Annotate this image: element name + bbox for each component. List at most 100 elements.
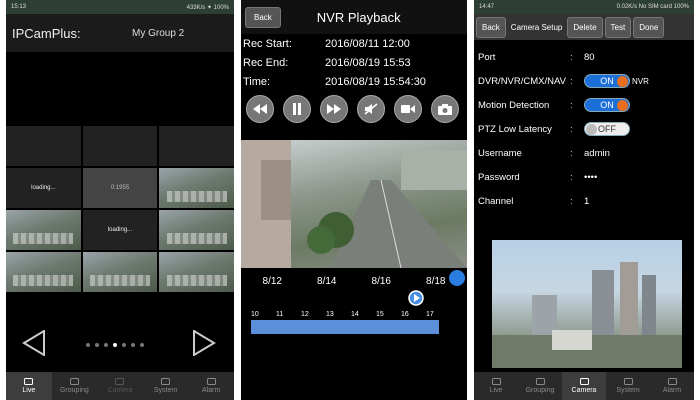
ptz-toggle[interactable]: OFF [584,122,630,136]
mute-icon[interactable] [357,95,385,123]
hour-tick: 12 [301,311,309,318]
camera-cell[interactable] [82,252,158,292]
status-right: 433K/s ✦ 100% [186,4,229,11]
tab-label: Alarm [202,387,221,394]
tab-label: Live [22,387,36,394]
username-row: Username: admin [478,147,610,159]
fast-forward-icon[interactable] [320,95,348,123]
tab-label: Camera [571,387,597,394]
done-button[interactable]: Done [633,16,665,38]
back-button[interactable]: Back [245,6,281,28]
dvr-toggle-label: ON [600,76,614,86]
status-time: 14:47 [479,4,495,10]
tab-bar: Live Grouping Camera System Alarm [474,372,694,400]
tab-camera[interactable]: Camera [562,372,606,400]
camera-cell[interactable] [82,126,158,166]
camera-cell[interactable] [6,126,81,166]
rec-end-value: 2016/08/19 15:53 [325,56,411,69]
hour-ticks: 10 11 12 13 14 15 16 17 [251,311,451,318]
toolbar-title: Camera Setup [510,22,563,32]
tab-label: Live [489,387,503,394]
tab-alarm[interactable]: Alarm [188,372,234,400]
status-right: 0.02K/s No SIM card 100% [616,4,689,10]
tab-label: System [153,387,178,394]
camera-cell[interactable]: 0:1955 [82,168,158,208]
recording-bar[interactable] [251,320,439,334]
record-video-icon[interactable] [394,95,422,123]
camera-cell[interactable] [6,210,81,250]
page-title: NVR Playback [316,9,401,25]
tab-label: System [616,387,640,394]
ptz-toggle-label: OFF [598,124,616,134]
dvr-row: DVR/NVR/CMX/NAV: ON NVR [478,74,649,88]
header: IPCamPlus: My Group 2 [6,14,234,52]
camera-cell[interactable] [159,126,234,166]
camera-grid: loading... 0:1955 loading... [6,126,234,292]
tab-live[interactable]: Live [6,372,52,400]
tab-system[interactable]: System [143,372,189,400]
group-name[interactable]: My Group 2 [132,28,184,39]
live-icon [24,378,34,385]
camera-cell[interactable] [159,210,234,250]
hour-tick: 15 [376,311,384,318]
camera-cell[interactable]: loading... [82,210,158,250]
tab-label: Grouping [525,387,555,394]
camera-icon [579,378,589,385]
status-time: 15:13 [11,4,27,10]
camera-cell[interactable] [6,252,81,292]
gear-icon [161,378,171,385]
tab-grouping[interactable]: Grouping [518,372,562,400]
tab-label: Alarm [662,387,682,394]
playback-video[interactable] [241,140,467,268]
dvr-type: NVR [632,76,649,86]
port-field[interactable]: 80 [584,52,595,63]
status-bar: 15:13 433K/s ✦ 100% [6,0,234,14]
hour-tick: 11 [276,311,284,318]
playback-controls [241,91,467,127]
ptz-label: PTZ Low Latency [478,123,552,135]
delete-button[interactable]: Delete [567,16,603,38]
snapshot-icon[interactable] [431,95,459,123]
date-label: 8/16 [371,276,391,287]
motion-row: Motion Detection: ON [474,93,694,117]
camera-cell[interactable] [159,252,234,292]
password-row: Password: •••• [478,171,598,183]
channel-row: Channel:1 [478,195,590,207]
rec-end-label: Rec End: [243,56,289,69]
dvr-toggle[interactable]: ON [584,74,630,88]
dvr-label: DVR/NVR/CMX/NAV [478,75,566,87]
date-label: 8/14 [317,276,337,287]
tab-alarm[interactable]: Alarm [650,372,694,400]
playback-timeline[interactable]: 8/12 8/14 8/16 8/18 10 11 12 13 14 15 16 17 [241,270,467,334]
live-view-screen: 15:13 433K/s ✦ 100% IPCamPlus: My Group … [6,0,234,400]
test-button[interactable]: Test [604,16,632,38]
back-button[interactable]: Back [476,16,506,38]
hour-tick: 13 [326,311,334,318]
tab-live[interactable]: Live [474,372,518,400]
next-page-arrow-icon[interactable] [192,330,216,356]
motion-toggle-label: ON [600,100,614,110]
rec-end-row: Rec End: 2016/08/19 15:53 [241,53,467,72]
tab-grouping[interactable]: Grouping [52,372,98,400]
status-bar: 14:47 0.02K/s No SIM card 100% [474,0,694,14]
tab-bar: Live Grouping Camera System Alarm [6,372,234,400]
timeline-marker-icon[interactable] [408,290,424,306]
pause-icon[interactable] [283,95,311,123]
tab-system[interactable]: System [606,372,650,400]
rec-start-value: 2016/08/11 12:00 [325,37,410,50]
username-field[interactable]: admin [584,148,610,159]
gear-icon [623,378,633,385]
tab-camera[interactable]: Camera [97,372,143,400]
ptz-row: PTZ Low Latency: OFF [474,117,694,141]
camera-icon [115,378,125,385]
rec-start-row: Rec Start: 2016/08/11 12:00 [241,34,467,53]
date-label: 8/12 [262,276,282,287]
camera-cell[interactable] [159,168,234,208]
password-field[interactable]: •••• [584,172,597,183]
motion-toggle[interactable]: ON [584,98,630,112]
rec-start-label: Rec Start: [243,37,292,50]
rewind-icon[interactable] [246,95,274,123]
prev-page-arrow-icon[interactable] [22,330,46,356]
camera-cell[interactable]: loading... [6,168,81,208]
channel-field[interactable]: 1 [584,196,589,207]
